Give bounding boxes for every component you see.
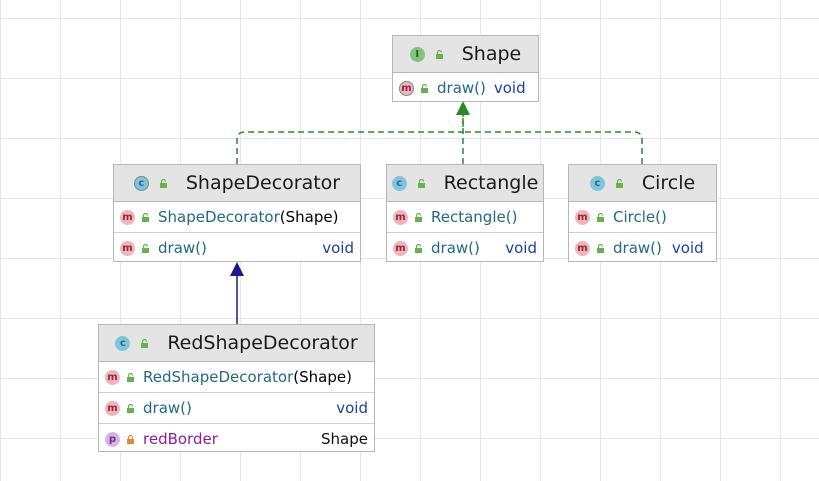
member-row[interactable]: m draw() void <box>393 73 538 103</box>
method-icon: m <box>399 80 414 96</box>
member-row[interactable]: m draw() void <box>99 392 374 423</box>
method-name: draw() <box>437 79 486 97</box>
method-name: RedShapeDecorator <box>143 368 294 386</box>
realization-arrowhead <box>456 101 470 115</box>
method-name: ShapeDecorator <box>158 208 280 226</box>
method-name: Circle() <box>613 208 667 226</box>
return-type: void <box>322 239 354 257</box>
node-shape[interactable]: I Shape m draw() void <box>392 35 539 102</box>
class-icon: c <box>589 175 605 191</box>
method-icon: m <box>575 240 590 256</box>
method-args: (Shape) <box>293 368 352 386</box>
member-row[interactable]: m RedShapeDecorator (Shape) <box>99 362 374 392</box>
node-title: Circle <box>641 172 696 194</box>
edge-shapedecorator-shape <box>236 114 464 164</box>
public-lock-icon <box>420 83 429 93</box>
public-lock-icon <box>414 243 423 253</box>
return-type: void <box>671 239 704 257</box>
method-name: draw() <box>613 239 662 257</box>
interface-icon: I <box>409 46 425 62</box>
node-header: c RedShapeDecorator <box>99 325 374 362</box>
public-lock-icon <box>596 243 605 253</box>
node-title: Rectangle <box>443 172 539 194</box>
member-row[interactable]: m Circle() <box>569 202 716 232</box>
public-lock-icon <box>141 212 150 222</box>
member-row[interactable]: m draw() void <box>569 232 716 263</box>
node-header: c ShapeDecorator <box>114 165 360 202</box>
node-circle[interactable]: c Circle m Circle() m draw() void <box>568 164 717 262</box>
field-icon: p <box>105 431 120 447</box>
method-icon: m <box>120 240 135 256</box>
method-icon: m <box>105 369 120 385</box>
member-row[interactable]: m draw() void <box>387 232 543 263</box>
node-header: c Rectangle <box>387 165 543 202</box>
member-row[interactable]: m Rectangle() <box>387 202 543 232</box>
node-title: Shape <box>461 43 522 65</box>
method-name: Rectangle() <box>431 208 518 226</box>
member-row[interactable]: m draw() void <box>114 232 360 263</box>
public-lock-icon <box>435 49 444 59</box>
return-type: void <box>336 399 368 417</box>
node-rectangle[interactable]: c Rectangle m Rectangle() m draw() void <box>386 164 544 262</box>
class-icon: c <box>115 335 131 351</box>
realization-edge-group <box>236 114 643 164</box>
public-lock-icon <box>615 178 624 188</box>
method-args: (Shape) <box>279 208 339 226</box>
public-lock-icon <box>140 338 149 348</box>
field-row[interactable]: p redBorder Shape <box>99 423 374 454</box>
node-shape-decorator[interactable]: c ShapeDecorator m ShapeDecorator (Shape)… <box>113 164 361 262</box>
member-row[interactable]: m ShapeDecorator (Shape) <box>114 202 360 232</box>
method-name: draw() <box>158 239 207 257</box>
class-icon: c <box>391 175 407 191</box>
private-lock-icon <box>126 434 135 444</box>
public-lock-icon <box>596 212 605 222</box>
public-lock-icon <box>126 403 135 413</box>
node-title: ShapeDecorator <box>185 172 341 194</box>
public-lock-icon <box>141 243 150 253</box>
method-name: draw() <box>143 399 192 417</box>
method-icon: m <box>393 240 408 256</box>
method-icon: m <box>120 209 135 225</box>
node-header: c Circle <box>569 165 716 202</box>
edge-circle-shape <box>463 131 643 164</box>
return-type: void <box>505 239 537 257</box>
generalization-arrowhead <box>230 262 244 276</box>
method-icon: m <box>575 209 590 225</box>
public-lock-icon <box>159 178 168 188</box>
public-lock-icon <box>414 212 423 222</box>
return-type: void <box>493 79 526 97</box>
method-name: draw() <box>431 239 480 257</box>
field-type: Shape <box>321 430 368 448</box>
method-icon: m <box>105 400 120 416</box>
field-name: redBorder <box>143 430 218 448</box>
abstract-class-icon: c <box>133 175 149 191</box>
node-title: RedShapeDecorator <box>167 332 358 354</box>
node-red-shape-decorator[interactable]: c RedShapeDecorator m RedShapeDecorator(… <box>98 324 375 452</box>
public-lock-icon <box>417 178 426 188</box>
method-icon: m <box>393 209 408 225</box>
node-header: I Shape <box>393 36 538 73</box>
public-lock-icon <box>126 372 135 382</box>
